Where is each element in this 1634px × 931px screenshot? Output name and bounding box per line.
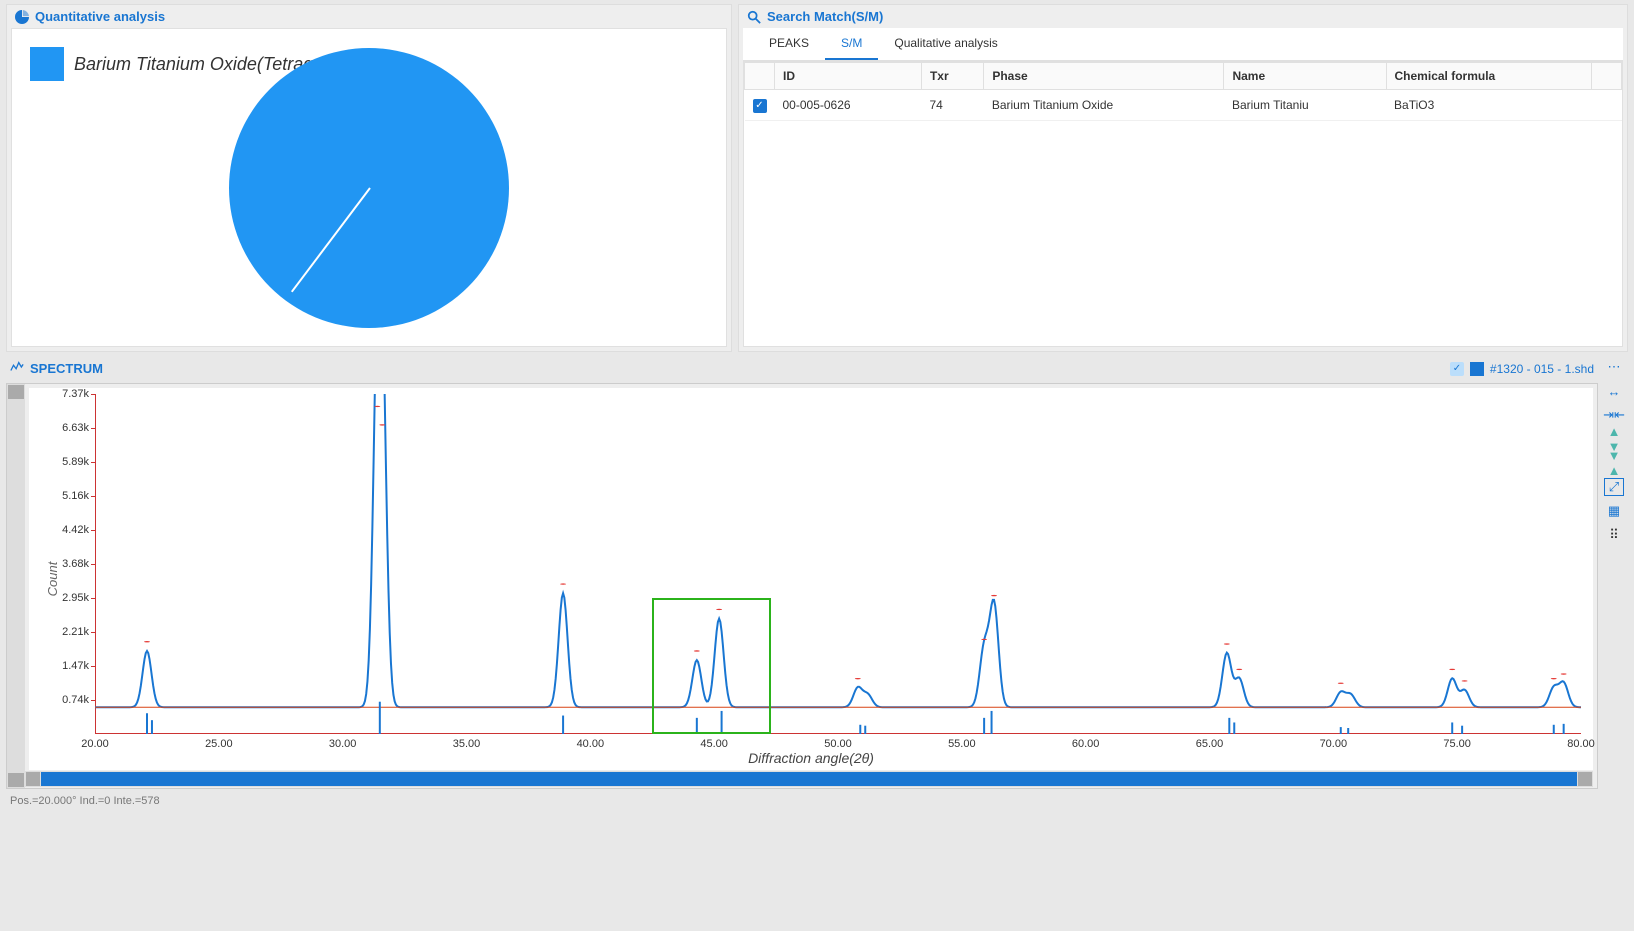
expand-horizontal-icon[interactable]: ↔ xyxy=(1604,382,1624,400)
x-tick-label: 35.00 xyxy=(453,734,481,750)
x-tick-label: 40.00 xyxy=(577,734,605,750)
quant-title: Quantitative analysis xyxy=(35,9,165,24)
tab-sm[interactable]: S/M xyxy=(825,28,878,60)
expand-vertical-icon[interactable]: ▲▼ xyxy=(1604,430,1624,448)
pie-chart-icon xyxy=(15,10,29,24)
col-spacer xyxy=(1592,63,1622,90)
apps-icon[interactable]: ⠿ xyxy=(1604,526,1624,544)
x-tick-label: 80.00 xyxy=(1567,734,1595,750)
search-match-panel: Search Match(S/M) PEAKS S/M Qualitative … xyxy=(738,4,1628,352)
col-txr[interactable]: Txr xyxy=(921,63,983,90)
vertical-scrollbar[interactable] xyxy=(7,384,25,788)
cell-name: Barium Titaniu xyxy=(1224,90,1386,121)
tab-peaks[interactable]: PEAKS xyxy=(753,28,825,60)
table-row[interactable]: ✓ 00-005-0626 74 Barium Titanium Oxide B… xyxy=(745,90,1622,121)
legend-swatch xyxy=(30,47,64,81)
search-title: Search Match(S/M) xyxy=(767,9,883,24)
status-bar: Pos.=20.000° Ind.=0 Inte.=578 xyxy=(0,789,1634,813)
x-tick-label: 50.00 xyxy=(824,734,852,750)
x-tick-label: 30.00 xyxy=(329,734,357,750)
spectrum-file-checkbox[interactable]: ✓ xyxy=(1450,362,1464,376)
cell-id: 00-005-0626 xyxy=(775,90,922,121)
x-tick-label: 25.00 xyxy=(205,734,233,750)
fullscreen-icon[interactable]: ⤢ xyxy=(1604,478,1624,496)
col-id[interactable]: ID xyxy=(775,63,922,90)
quantitative-analysis-panel: Quantitative analysis Barium Titanium Ox… xyxy=(6,4,732,352)
col-checkbox[interactable] xyxy=(745,63,775,90)
selection-box[interactable] xyxy=(652,598,771,734)
x-tick-label: 20.00 xyxy=(81,734,109,750)
col-formula[interactable]: Chemical formula xyxy=(1386,63,1592,90)
tab-qualitative[interactable]: Qualitative analysis xyxy=(878,28,1013,60)
more-options-icon[interactable]: ⋯ xyxy=(1604,358,1624,376)
cell-formula: BaTiO3 xyxy=(1386,90,1592,121)
spectrum-chart-container: Count Diffraction angle(2θ) 0.74k1.47k2.… xyxy=(6,383,1598,789)
row-checkbox[interactable]: ✓ xyxy=(753,99,767,113)
collapse-horizontal-icon[interactable]: ⇥⇤ xyxy=(1604,406,1624,424)
cell-phase: Barium Titanium Oxide xyxy=(984,90,1224,121)
x-tick-label: 65.00 xyxy=(1196,734,1224,750)
pie-chart xyxy=(229,48,509,328)
spectrum-file-label[interactable]: #1320 - 015 - 1.shd xyxy=(1490,362,1594,376)
col-name[interactable]: Name xyxy=(1224,63,1386,90)
x-tick-label: 70.00 xyxy=(1320,734,1348,750)
col-phase[interactable]: Phase xyxy=(984,63,1224,90)
search-icon xyxy=(747,10,761,24)
horizontal-scrollbar[interactable] xyxy=(25,771,1593,787)
y-axis-label: Count xyxy=(45,562,60,597)
x-axis-label: Diffraction angle(2θ) xyxy=(748,750,874,766)
x-tick-label: 55.00 xyxy=(948,734,976,750)
spectrum-icon xyxy=(10,360,24,377)
spectrum-toolbar: ⋯ ↔ ⇥⇤ ▲▼ ▼▲ ⤢ ▦ ⠿ xyxy=(1602,358,1626,544)
collapse-vertical-icon[interactable]: ▼▲ xyxy=(1604,454,1624,472)
grid-icon[interactable]: ▦ xyxy=(1604,502,1624,520)
cell-txr: 74 xyxy=(921,90,983,121)
search-results-table: ID Txr Phase Name Chemical formula ✓ 00-… xyxy=(744,62,1622,121)
spectrum-title: SPECTRUM xyxy=(30,361,103,376)
spectrum-color-swatch xyxy=(1470,362,1484,376)
search-tabs: PEAKS S/M Qualitative analysis xyxy=(743,28,1623,61)
spectrum-plot[interactable]: 0.74k1.47k2.21k2.95k3.68k4.42k5.16k5.89k… xyxy=(95,394,1581,734)
x-tick-label: 60.00 xyxy=(1072,734,1100,750)
x-tick-label: 75.00 xyxy=(1443,734,1471,750)
x-tick-label: 45.00 xyxy=(700,734,728,750)
